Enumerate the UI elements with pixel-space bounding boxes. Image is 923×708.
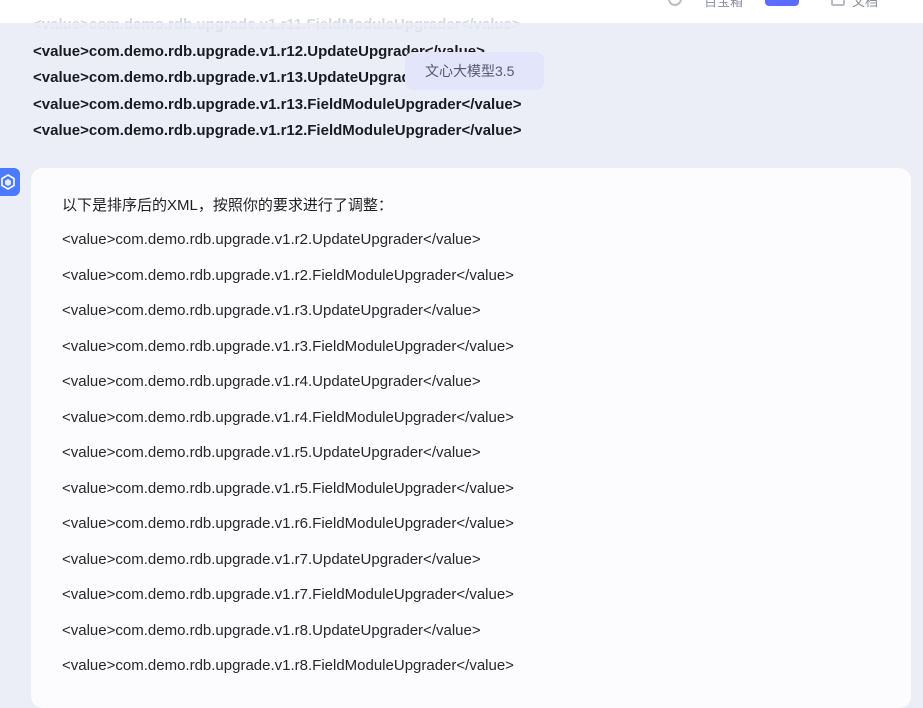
new-badge: new: [765, 0, 799, 6]
reply-code-line: <value>com.demo.rdb.upgrade.v1.r2.FieldM…: [62, 266, 514, 284]
reply-code-line: <value>com.demo.rdb.upgrade.v1.r3.Update…: [62, 302, 481, 319]
ernie-bot-logo-icon: [1, 174, 15, 190]
reply-code-line: <value>com.demo.rdb.upgrade.v1.r5.FieldM…: [62, 479, 514, 497]
reply-code-line: <value>com.demo.rdb.upgrade.v1.r5.Update…: [62, 444, 481, 461]
reply-code-line: <value>com.demo.rdb.upgrade.v1.r8.Update…: [62, 621, 481, 639]
assistant-reply-card: 以下是排序后的XML，按照你的要求进行了调整： <value>com.demo.…: [31, 168, 911, 708]
reply-code-line: <value>com.demo.rdb.upgrade.v1.r7.FieldM…: [62, 586, 514, 603]
user-message-line: <value>com.demo.rdb.upgrade.v1.r12.Field…: [33, 122, 522, 139]
sorted-value-list: <value>com.demo.rdb.upgrade.v1.r2.Update…: [62, 228, 911, 690]
reply-code-line: <value>com.demo.rdb.upgrade.v1.r7.Update…: [62, 550, 481, 568]
reply-intro: 以下是排序后的XML，按照你的要求进行了调整：: [62, 197, 393, 214]
model-tooltip: 文心大模型3.5: [405, 52, 544, 90]
lightbulb-icon[interactable]: [668, 0, 682, 6]
reply-code-line: <value>com.demo.rdb.upgrade.v1.r6.FieldM…: [62, 515, 514, 532]
reply-code-line: <value>com.demo.rdb.upgrade.v1.r4.FieldM…: [62, 408, 514, 426]
user-message-line: <value>com.demo.rdb.upgrade.v1.r13.Field…: [33, 95, 522, 113]
document-icon[interactable]: [831, 0, 845, 6]
assistant-avatar: [0, 168, 20, 196]
reply-code-line: <value>com.demo.rdb.upgrade.v1.r4.Update…: [62, 373, 481, 390]
reply-code-line: <value>com.demo.rdb.upgrade.v1.r2.Update…: [62, 231, 481, 248]
scroll-fade: [0, 23, 923, 35]
reply-code-line: <value>com.demo.rdb.upgrade.v1.r8.FieldM…: [62, 657, 514, 674]
toolbox-link[interactable]: 百宝箱: [704, 0, 743, 10]
document-link[interactable]: 文档: [852, 0, 878, 10]
reply-code-line: <value>com.demo.rdb.upgrade.v1.r3.FieldM…: [62, 337, 514, 355]
